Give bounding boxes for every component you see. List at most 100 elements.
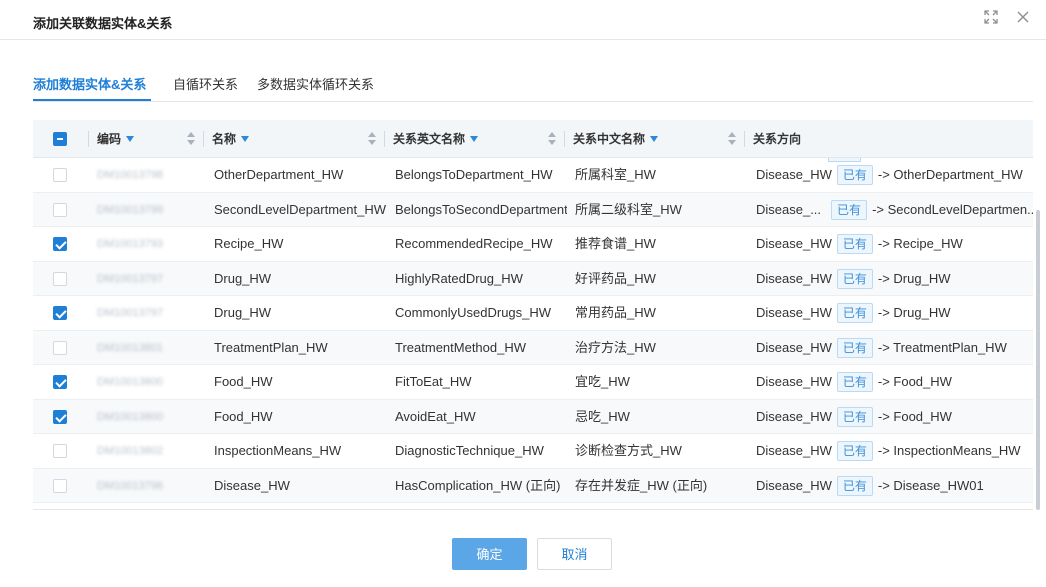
column-separator [384,131,385,147]
direction-target: -> Recipe_HW [877,236,963,251]
tab-self-loop-relation[interactable]: 自循环关系 [173,74,238,93]
column-header-name[interactable]: 名称 [212,120,250,158]
row-direction: Disease_HW 已有 -> Recipe_HW [756,227,1033,261]
column-header-direction: 关系方向 [753,132,802,146]
table-row[interactable]: DM10013800 Food_HW AvoidEat_HW 忌吃_HW Dis… [33,399,1033,434]
existing-tag: 已有 [836,475,873,496]
tab-multi-entity-loop-relation[interactable]: 多数据实体循环关系 [257,74,374,93]
direction-target: -> Drug_HW [877,305,951,320]
row-checkbox[interactable] [53,306,67,320]
direction-source: Disease_HW [756,374,832,389]
existing-tag: 已有 [836,441,873,461]
filter-icon[interactable] [126,135,135,142]
row-code: DM10013797 [97,272,164,285]
row-code: DM10013800 [97,410,164,423]
table-row[interactable]: DM10013799 SecondLevelDepartment_HW Belo… [33,192,1033,227]
table-row[interactable]: DM10013797 Drug_HW HighlyRatedDrug_HW 好评… [33,261,1033,296]
row-rel-en: HighlyRatedDrug_HW [395,270,523,286]
row-rel-en: DiagnosticTechnique_HW [395,443,544,458]
dialog-header: 添加关联数据实体&关系 [0,0,1046,40]
table-row[interactable]: DM10013802 InspectionMeans_HW Diagnostic… [33,434,1033,469]
row-rel-en: AvoidEat_HW [395,408,476,424]
row-rel-cn: 宜吃_HW [575,374,630,389]
row-rel-cn: 存在并发症_HW (正向) [575,477,708,493]
table-row[interactable]: DM10013796 Disease_HW HasComplication_HW… [33,468,1033,503]
tab-add-entity-relation[interactable]: 添加数据实体&关系 [33,74,146,93]
column-separator [203,131,204,147]
table-scrollbar[interactable] [1036,210,1040,510]
column-header-rel-cn-label: 关系中文名称 [573,132,646,146]
row-name: Food_HW [214,408,273,424]
select-all-checkbox[interactable] [53,132,67,146]
direction-source: Disease_HW [756,477,832,493]
row-rel-cn: 诊断检查方式_HW [575,443,682,458]
sort-icon[interactable] [186,132,196,146]
row-direction: Disease_HW 已有 -> Disease_HW01 [756,469,1033,503]
row-rel-cn: 治疗方法_HW [575,339,656,355]
row-rel-cn: 所属科室_HW [575,167,656,182]
row-rel-cn: 常用药品_HW [575,305,656,320]
existing-tag: 已有 [836,337,873,358]
row-name: InspectionMeans_HW [214,443,342,458]
direction-source: Disease_HW [756,339,832,355]
sort-icon[interactable] [367,132,377,146]
sort-icon[interactable] [727,132,737,146]
column-separator [88,131,89,147]
row-name: Food_HW [214,374,273,389]
row-rel-en: BelongsToDepartment_HW [395,167,553,182]
existing-tag: 已有 [836,372,873,392]
direction-source: Disease_HW [756,305,832,320]
table-row[interactable]: DM10013801 TreatmentPlan_HW TreatmentMet… [33,330,1033,365]
existing-tag: 已有 [836,234,873,254]
table-body: DM10013798 OtherDepartment_HW BelongsToD… [33,158,1033,509]
column-header-name-label: 名称 [212,132,237,146]
table-header: 编码 名称 关系英文名称 关系中文名称 关系方向 [33,120,1033,158]
row-code: DM10013797 [97,307,164,319]
expand-icon[interactable] [982,10,1000,28]
direction-source: Disease_HW [756,270,832,286]
row-checkbox[interactable] [53,375,67,389]
filter-icon[interactable] [470,135,479,142]
table-row[interactable]: DM10013797 Drug_HW CommonlyUsedDrugs_HW … [33,296,1033,331]
dialog-title: 添加关联数据实体&关系 [33,16,173,31]
row-rel-en: RecommendedRecipe_HW [395,236,553,251]
filter-icon[interactable] [650,135,659,142]
filter-icon[interactable] [241,135,250,142]
row-code: DM10013801 [97,341,164,354]
column-header-rel-cn[interactable]: 关系中文名称 [573,120,659,158]
direction-source: Disease_... [756,201,822,217]
row-checkbox[interactable] [53,478,67,493]
direction-target: -> OtherDepartment_HW [877,167,1023,182]
row-checkbox[interactable] [53,168,67,182]
row-code: DM10013796 [97,479,164,492]
close-icon[interactable] [1014,10,1032,28]
direction-target: -> TreatmentPlan_HW [877,339,1007,355]
row-direction: Disease_HW 已有 -> InspectionMeans_HW [756,434,1033,468]
direction-target: -> SecondLevelDepartmen... [872,201,1033,217]
row-checkbox[interactable] [53,237,67,251]
table-row[interactable]: DM10013798 OtherDepartment_HW BelongsToD… [33,158,1033,193]
row-checkbox[interactable] [53,340,67,355]
existing-tag: 已有 [836,406,873,427]
existing-tag: 已有 [831,199,868,220]
sort-icon[interactable] [547,132,557,146]
row-direction: Disease_HW 已有 -> Drug_HW [756,262,1033,296]
column-header-code[interactable]: 编码 [97,120,135,158]
tab-bar: 添加数据实体&关系 自循环关系 多数据实体循环关系 [33,66,1033,102]
cancel-button[interactable]: 取消 [537,538,612,570]
table-row[interactable]: DM10013793 Recipe_HW RecommendedRecipe_H… [33,227,1033,262]
row-code: DM10013800 [97,376,164,388]
table-row[interactable]: DM10013800 Food_HW FitToEat_HW 宜吃_HW Dis… [33,365,1033,400]
row-checkbox[interactable] [53,409,67,424]
dialog-footer: 确定 取消 [0,530,1046,587]
column-header-rel-en[interactable]: 关系英文名称 [393,120,479,158]
row-name: Drug_HW [214,305,272,320]
row-rel-en: TreatmentMethod_HW [395,339,527,355]
row-direction: Disease_HW 已有 -> OtherDepartment_HW [756,158,1033,192]
row-checkbox[interactable] [53,202,67,217]
row-checkbox[interactable] [53,271,67,286]
header-icons [982,10,1032,28]
row-code: DM10013802 [97,445,164,457]
confirm-button[interactable]: 确定 [452,538,527,570]
row-checkbox[interactable] [53,444,67,458]
